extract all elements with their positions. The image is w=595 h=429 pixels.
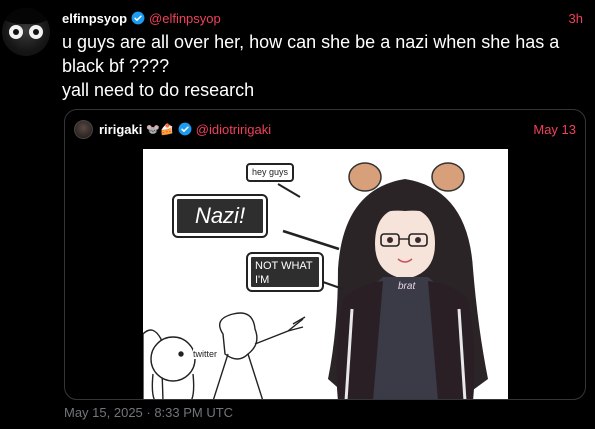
avatar-eye-right — [29, 25, 43, 39]
avatar-hair — [2, 8, 50, 24]
sketch-characters — [143, 312, 306, 399]
tweet-text-line: yall need to do research — [62, 80, 255, 100]
tweet-timestamp[interactable]: May 15, 2025 · 8:33 PM UTC — [64, 405, 233, 420]
tweet-text-line: black bf ???? — [62, 56, 170, 76]
speech-bubble-not-called: NOT WHAT I'M CALLED — [246, 252, 324, 300]
shirt-text: brat — [398, 281, 416, 292]
author-name[interactable]: elfinpsyop — [62, 11, 127, 26]
quoted-author-handle[interactable]: @idiotririgaki — [196, 122, 271, 137]
quoted-author-emojis: 🐭🍰 — [146, 123, 174, 136]
tweet-header: elfinpsyop @elfinpsyop 3h — [62, 9, 583, 27]
verified-badge-icon — [178, 122, 192, 136]
tweet-time[interactable]: 3h — [569, 11, 583, 26]
quoted-tweet-image[interactable]: hey guys Nazi! NOT WHAT I'M CALLED twitt… — [143, 149, 508, 399]
tweet-text: u guys are all over her, how can she be … — [62, 30, 582, 102]
speech-bubble-nazi: Nazi! — [172, 194, 268, 238]
tweet-text-line: u guys are all over her, how can she be … — [62, 32, 560, 52]
quoted-tweet[interactable]: ririgaki 🐭🍰 @idiotririgaki May 13 hey gu… — [64, 109, 586, 400]
quoted-tweet-header: ririgaki 🐭🍰 @idiotririgaki May 13 — [74, 119, 576, 139]
quoted-tweet-date[interactable]: May 13 — [533, 122, 576, 137]
verified-badge-icon — [131, 11, 145, 25]
speech-bubble-hey-text: hey guys — [251, 167, 289, 177]
speech-bubble-nazi-text: Nazi! — [194, 203, 246, 228]
speech-bubble-not-called-line2: I'M CALLED — [255, 274, 298, 300]
label-twitter: twitter — [193, 349, 218, 359]
author-avatar[interactable] — [2, 8, 50, 56]
author-handle[interactable]: @elfinpsyop — [149, 11, 221, 26]
speech-bubble-hey: hey guys — [246, 163, 294, 182]
meme-illustration — [143, 162, 488, 399]
speech-bubble-not-called-line1: NOT WHAT — [255, 260, 313, 272]
quoted-author-avatar[interactable] — [74, 119, 93, 139]
quoted-author-name[interactable]: ririgaki — [99, 122, 142, 137]
avatar-eye-left — [9, 25, 23, 39]
